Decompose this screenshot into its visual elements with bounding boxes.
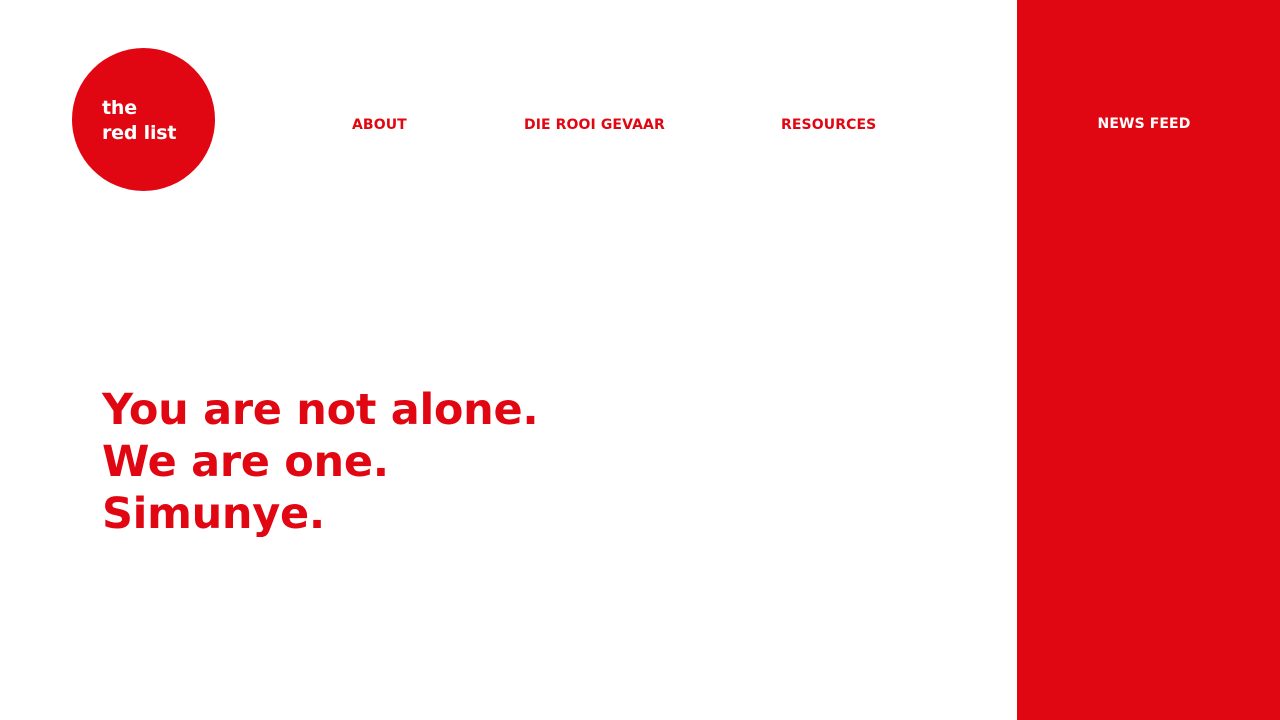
logo-line-2: red list (102, 122, 177, 144)
hero-headline: You are not alone. We are one. Simunye. (102, 384, 539, 540)
nav-about-link[interactable]: ABOUT (352, 115, 407, 135)
news-feed-panel (1017, 0, 1280, 720)
nav-news-feed-link[interactable]: NEWS FEED (1017, 114, 1271, 134)
logo-button[interactable]: the red list (72, 48, 215, 191)
hero-line-2: We are one. (102, 437, 389, 487)
hero-line-3: Simunye. (102, 489, 325, 539)
hero-line-1: You are not alone. (102, 385, 539, 435)
nav-resources-link[interactable]: RESOURCES (781, 115, 876, 135)
logo-line-1: the (102, 97, 137, 119)
page: the red list ABOUT DIE ROOI GEVAAR RESOU… (0, 0, 1280, 720)
nav-die-rooi-gevaar-link[interactable]: DIE ROOI GEVAAR (524, 115, 665, 135)
logo-text: the red list (102, 96, 176, 146)
